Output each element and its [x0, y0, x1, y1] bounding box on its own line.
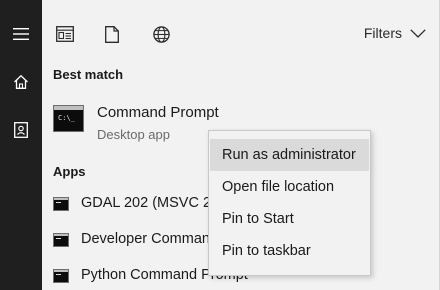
left-rail [0, 0, 42, 290]
hamburger-menu-icon[interactable] [0, 14, 42, 54]
best-match-title: Command Prompt [97, 104, 219, 121]
command-prompt-icon: C:\_ [53, 105, 84, 132]
globe-icon[interactable] [148, 21, 174, 47]
command-prompt-icon [53, 197, 69, 211]
start-menu-search: Filters Best match C:\_ Command Prompt D… [0, 0, 440, 290]
document-preview-icon[interactable] [52, 21, 78, 47]
command-prompt-icon [53, 269, 69, 283]
filter-toolbar: Filters [42, 0, 440, 62]
context-menu: Run as administrator Open file location … [208, 130, 371, 276]
menu-item-pin-to-start[interactable]: Pin to Start [210, 203, 369, 235]
best-match-subtitle: Desktop app [97, 127, 170, 142]
menu-item-pin-to-taskbar[interactable]: Pin to taskbar [210, 235, 369, 267]
filters-label: Filters [363, 25, 402, 41]
chevron-down-icon [410, 28, 426, 38]
command-prompt-icon [53, 233, 69, 247]
menu-item-open-file-location[interactable]: Open file location [210, 171, 369, 203]
profile-icon[interactable] [0, 110, 42, 150]
filters-button[interactable]: Filters [364, 23, 426, 43]
app-label: GDAL 202 (MSVC 2 [81, 195, 212, 211]
best-match-heading: Best match [53, 67, 124, 82]
apps-heading: Apps [53, 164, 86, 179]
home-icon[interactable] [0, 62, 42, 102]
file-icon[interactable] [99, 21, 125, 47]
menu-item-run-as-administrator[interactable]: Run as administrator [210, 139, 369, 171]
app-label: Developer Comman [81, 231, 210, 247]
